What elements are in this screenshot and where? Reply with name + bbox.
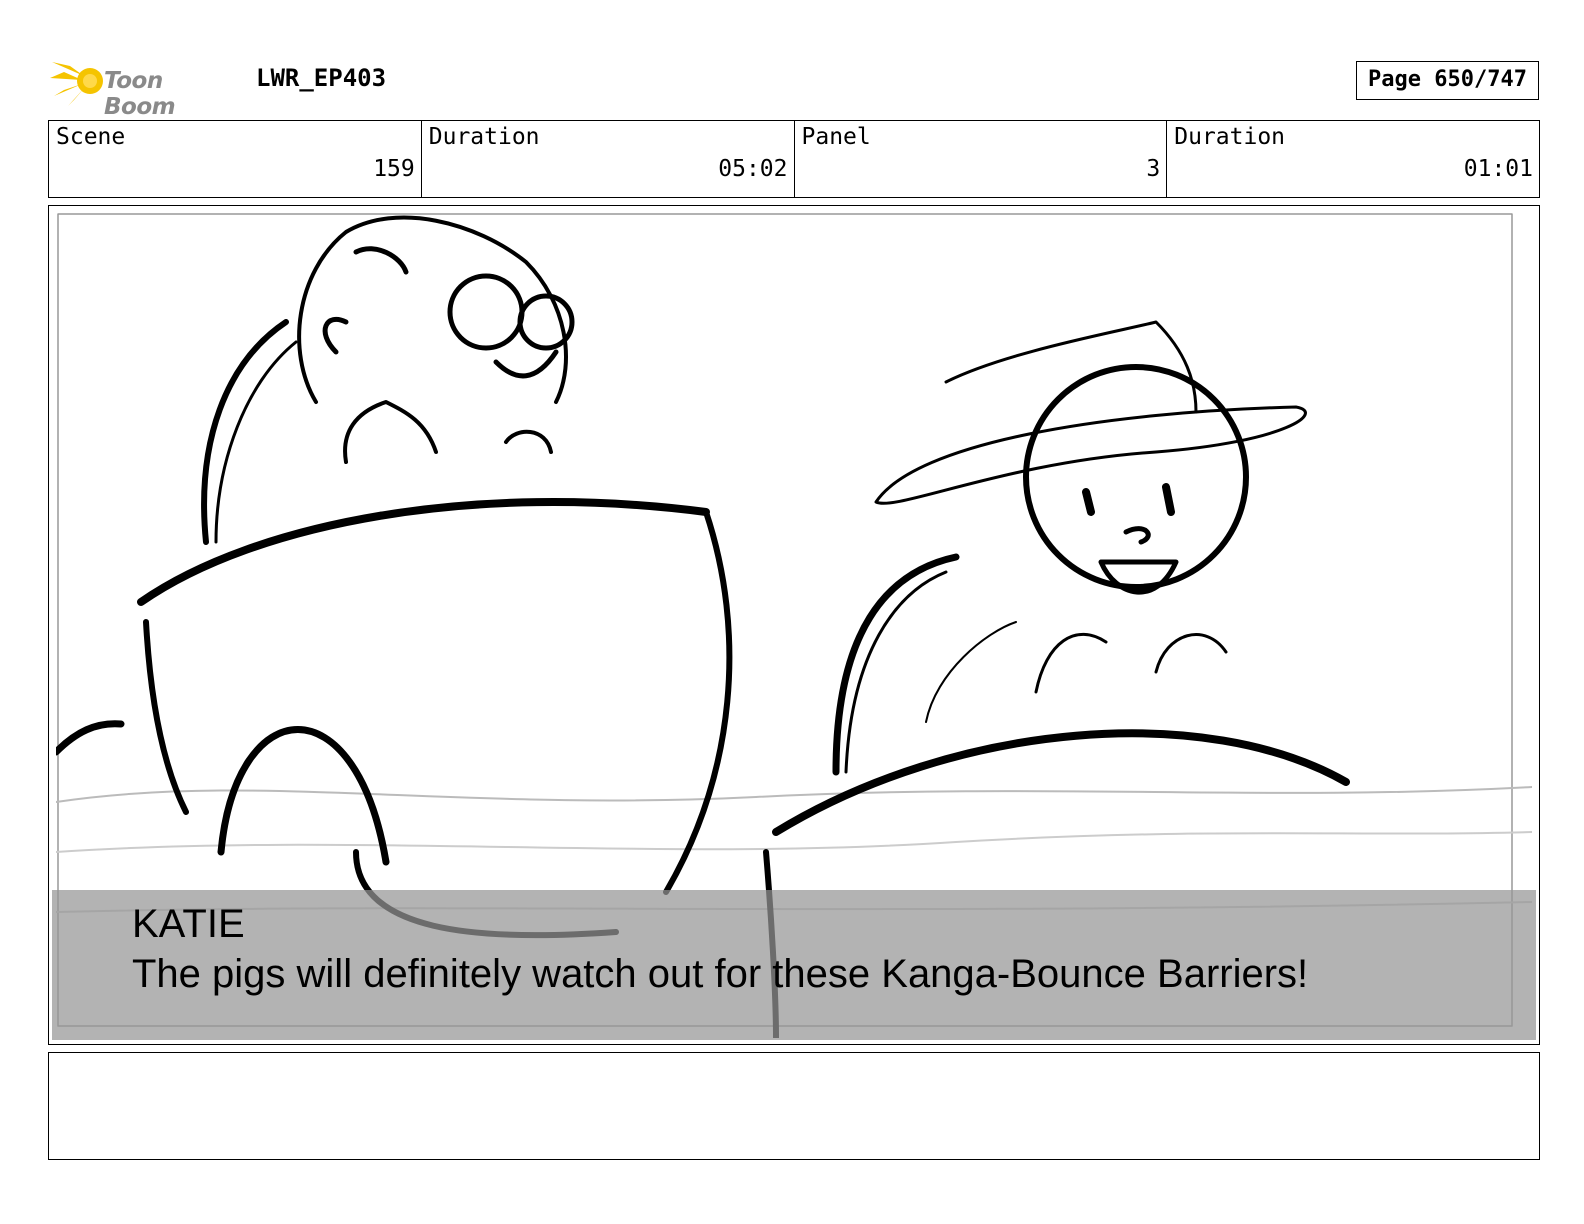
scene-duration-label: Duration	[428, 124, 540, 150]
dialogue-line: The pigs will definitely watch out for t…	[132, 952, 1309, 996]
panel-label: Panel	[801, 124, 871, 150]
dialogue-caption: KATIE The pigs will definitely watch out…	[52, 890, 1536, 1040]
panel-duration-value: 01:01	[1463, 156, 1533, 182]
project-title: LWR_EP403	[256, 64, 387, 92]
character-name: KATIE	[132, 902, 245, 946]
scene-info-row: Scene 159 Duration 05:02 Panel 3 Duratio…	[48, 120, 1540, 198]
logo-text: Toon Boom	[104, 68, 176, 120]
notes-box[interactable]	[48, 1052, 1540, 1160]
panel-duration-label: Duration	[1174, 124, 1286, 150]
panel-cell: Panel 3	[795, 121, 1168, 197]
page-indicator: Page 650/747	[1356, 61, 1539, 100]
star-burst-icon	[50, 62, 103, 106]
panel-value: 3	[1146, 156, 1161, 182]
scene-duration-cell: Duration 05:02	[422, 121, 795, 197]
toon-boom-logo: Toon Boom	[50, 56, 240, 120]
scene-cell: Scene 159	[49, 121, 422, 197]
scene-value: 159	[373, 156, 415, 182]
scene-label: Scene	[56, 124, 126, 150]
scene-duration-value: 05:02	[718, 156, 788, 182]
panel-duration-cell: Duration 01:01	[1167, 121, 1539, 197]
